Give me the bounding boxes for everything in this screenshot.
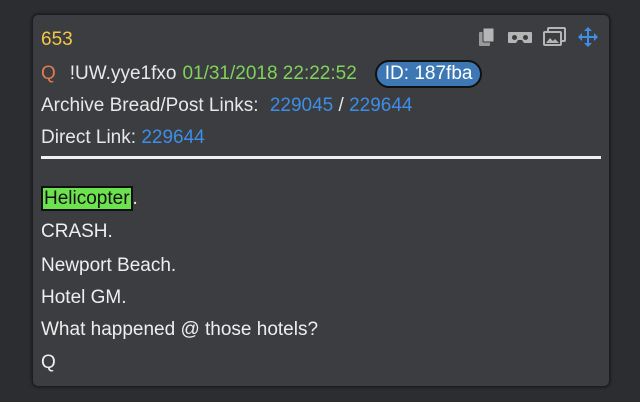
direct-link-label: Direct Link:: [41, 127, 137, 148]
move-icon[interactable]: [577, 26, 599, 48]
tripcode: !UW.yye1fxo: [69, 63, 177, 84]
archive-link-1[interactable]: 229045: [270, 95, 333, 116]
direct-link-row: Direct Link: 229644: [41, 127, 205, 149]
direct-link[interactable]: 229644: [141, 127, 204, 148]
highlighted-word: Helicopter: [41, 186, 133, 211]
vr-glasses-icon[interactable]: [507, 27, 533, 47]
copy-icon[interactable]: [477, 27, 497, 47]
post-card: 653 Q !UW.yye1fxo 01/31/2018 22:22:52 ID…: [32, 14, 610, 387]
highlight-suffix: .: [132, 188, 138, 209]
post-line-3: Newport Beach.: [41, 255, 177, 276]
archive-separator: /: [338, 95, 344, 116]
post-line-4: Hotel GM.: [41, 287, 127, 308]
post-datetime: 01/31/2018 22:22:52: [182, 63, 357, 84]
divider: [41, 156, 601, 159]
id-badge[interactable]: ID: 187fba: [374, 60, 483, 88]
archive-label: Archive Bread/Post Links:: [41, 95, 259, 116]
archive-links-row: Archive Bread/Post Links: 229045 / 22964…: [41, 95, 412, 117]
post-number[interactable]: 653: [41, 29, 73, 51]
post-meta: Q !UW.yye1fxo 01/31/2018 22:22:52 ID: 18…: [41, 60, 483, 88]
images-icon[interactable]: [543, 27, 567, 47]
post-signature: Q: [41, 352, 56, 373]
post-line-2: CRASH.: [41, 221, 113, 242]
q-letter: Q: [41, 63, 56, 84]
post-line-5: What happened @ those hotels?: [41, 319, 319, 340]
archive-link-2[interactable]: 229644: [349, 95, 412, 116]
post-line-1: Helicopter.: [41, 186, 138, 211]
post-toolbar: [477, 26, 599, 48]
